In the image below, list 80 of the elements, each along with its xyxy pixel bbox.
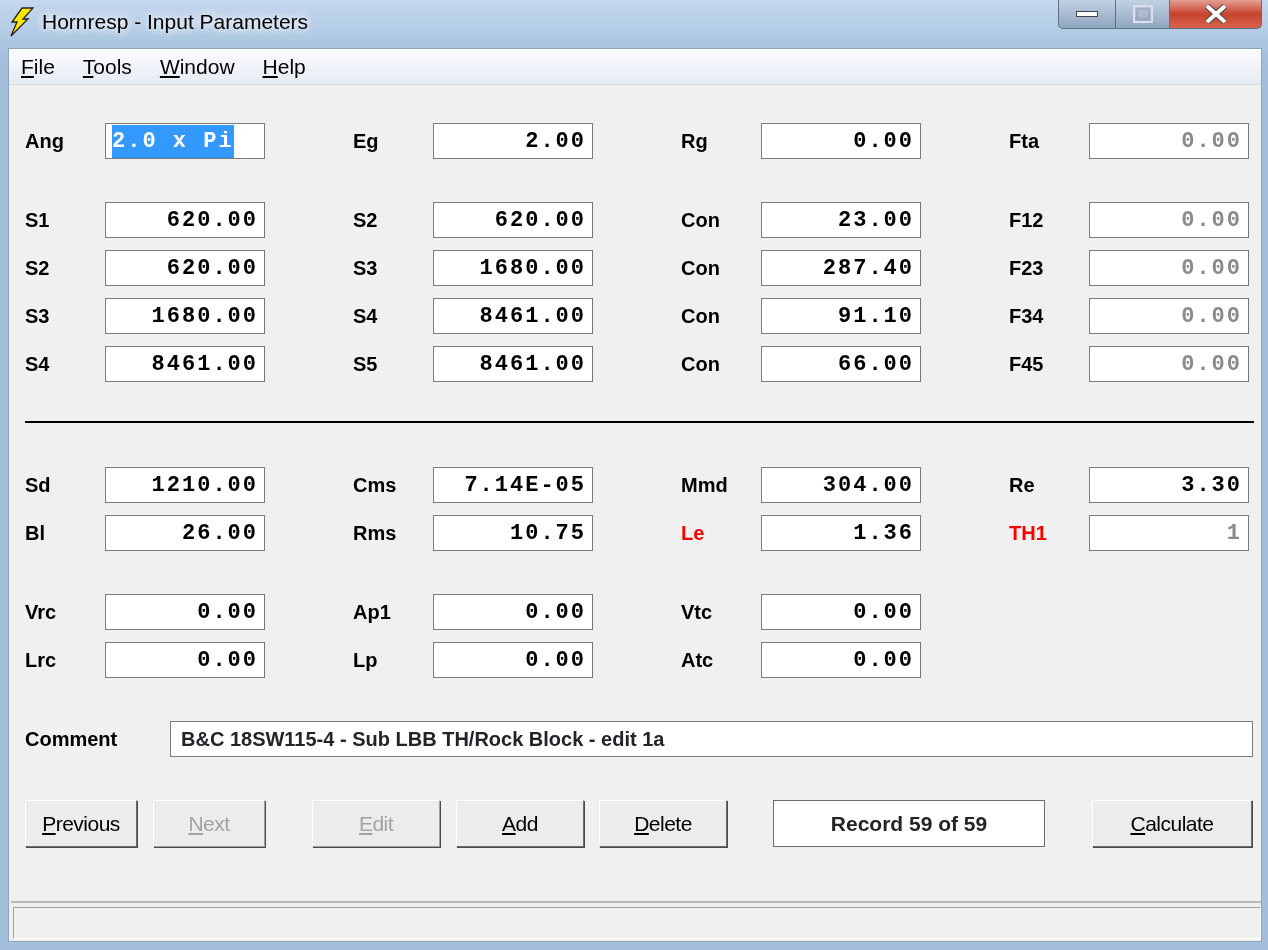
field-label: Le <box>681 521 706 546</box>
field-label: Ap1 <box>353 600 392 625</box>
input-field[interactable]: 26.00 <box>105 515 265 551</box>
input-field[interactable]: 0.00 <box>761 642 921 678</box>
menu-item[interactable]: Tools <box>82 50 146 83</box>
input-field[interactable]: 91.10 <box>761 298 921 334</box>
input-field[interactable]: 10.75 <box>433 515 593 551</box>
input-field[interactable]: 620.00 <box>433 202 593 238</box>
field-label: Re <box>1009 473 1036 498</box>
input-field[interactable]: 8461.00 <box>433 298 593 334</box>
record-counter: Record 59 of 59 <box>773 800 1045 847</box>
field-label: Con <box>681 256 721 281</box>
field-label: Rg <box>681 129 709 154</box>
close-button[interactable] <box>1170 0 1262 29</box>
field-label: Atc <box>681 648 715 673</box>
field-label: S4 <box>353 304 379 329</box>
input-field[interactable]: 287.40 <box>761 250 921 286</box>
field-label: S2 <box>353 208 379 233</box>
field-label: Vtc <box>681 600 714 625</box>
maximize-button[interactable] <box>1116 0 1170 29</box>
field-label: F45 <box>1009 352 1045 377</box>
field-label: Lrc <box>25 648 58 673</box>
field-label: Sd <box>25 473 52 498</box>
input-field[interactable]: 1680.00 <box>105 298 265 334</box>
field-label: S3 <box>353 256 379 281</box>
input-field[interactable]: 0.00 <box>433 642 593 678</box>
push-button[interactable]: Previous <box>25 800 137 847</box>
field-label: Fta <box>1009 129 1041 154</box>
field-label: Con <box>681 352 721 377</box>
input-field[interactable]: 304.00 <box>761 467 921 503</box>
input-field[interactable]: 2.00 <box>433 123 593 159</box>
input-field[interactable]: 1.36 <box>761 515 921 551</box>
input-field[interactable]: 1210.00 <box>105 467 265 503</box>
field-label: Cms <box>353 473 398 498</box>
field-label: Comment <box>25 727 119 752</box>
close-icon <box>1203 4 1228 24</box>
field-label: Ang <box>25 129 65 154</box>
field-label: F34 <box>1009 304 1045 329</box>
input-field[interactable]: 0.00 <box>433 594 593 630</box>
input-field[interactable]: 0.00 <box>105 594 265 630</box>
input-field[interactable]: 620.00 <box>105 202 265 238</box>
field-label: Con <box>681 208 721 233</box>
comment-field[interactable]: B&C 18SW115-4 - Sub LBB TH/Rock Block - edit 1a <box>170 721 1253 757</box>
minimize-button[interactable] <box>1058 0 1116 29</box>
menu-item[interactable]: File <box>21 50 69 83</box>
input-field[interactable]: 3.30 <box>1089 467 1249 503</box>
field-label: Bl <box>25 521 46 546</box>
input-field[interactable]: 0.00 <box>105 642 265 678</box>
field-label: S5 <box>353 352 379 377</box>
input-field[interactable]: 7.14E-05 <box>433 467 593 503</box>
push-button[interactable]: Add <box>456 800 584 847</box>
minimize-icon <box>1076 11 1098 17</box>
field-label: Mmd <box>681 473 729 498</box>
field-label: Con <box>681 304 721 329</box>
push-button[interactable]: Calculate <box>1092 800 1252 847</box>
field-label: TH1 <box>1009 521 1048 546</box>
input-field[interactable]: 8461.00 <box>433 346 593 382</box>
field-label: F12 <box>1009 208 1045 233</box>
field-label: S3 <box>25 304 51 329</box>
input-field[interactable]: 0.00 <box>761 594 921 630</box>
push-button[interactable]: Delete <box>599 800 727 847</box>
input-field[interactable]: 1680.00 <box>433 250 593 286</box>
input-field[interactable]: 66.00 <box>761 346 921 382</box>
input-field[interactable]: 8461.00 <box>105 346 265 382</box>
field-label: Rms <box>353 521 398 546</box>
menu-item[interactable]: Window <box>159 50 249 83</box>
lightning-icon <box>8 7 34 37</box>
field-label: S2 <box>25 256 51 281</box>
menu-item[interactable]: Help <box>262 50 320 83</box>
field-label: Lp <box>353 648 379 673</box>
window-title: Hornresp - Input Parameters <box>42 9 309 36</box>
field-label: S1 <box>25 208 51 233</box>
input-field[interactable]: 0.00 <box>761 123 921 159</box>
field-label: Vrc <box>25 600 58 625</box>
input-field[interactable]: 23.00 <box>761 202 921 238</box>
input-field[interactable]: 620.00 <box>105 250 265 286</box>
field-label: F23 <box>1009 256 1045 281</box>
field-label: S4 <box>25 352 51 377</box>
field-label: Eg <box>353 129 380 154</box>
maximize-icon <box>1132 5 1153 23</box>
